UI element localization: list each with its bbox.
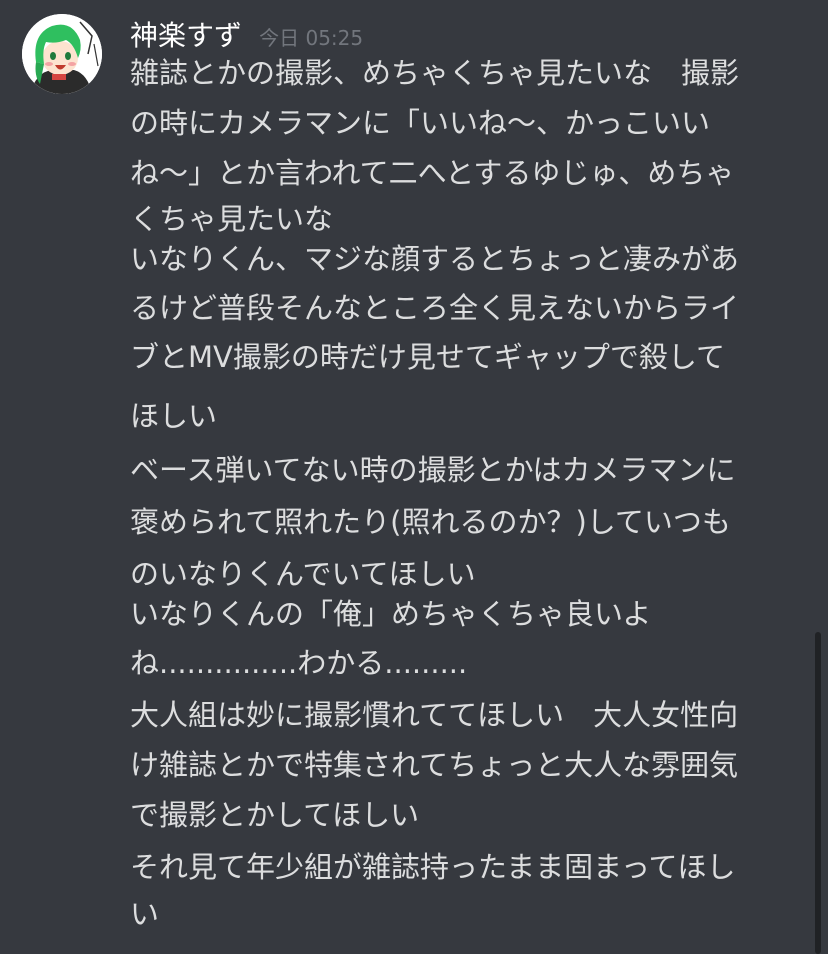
message-line: け雑誌とかで特集されてちょっと大人な雰囲気 bbox=[130, 748, 739, 782]
message-line: で撮影とかしてほしい bbox=[130, 798, 420, 832]
message-line: い bbox=[130, 897, 160, 931]
message-header: 神楽すず 今日 05:25 bbox=[130, 16, 363, 56]
chat-message: 神楽すず 今日 05:25 雑誌とかの撮影、めちゃくちゃ見たいな 撮影 の時にカ… bbox=[0, 0, 828, 954]
message-line: それ見て年少組が雑誌持ったまま固まってほし bbox=[130, 850, 736, 884]
user-avatar[interactable] bbox=[22, 14, 102, 94]
message-line: の時にカメラマンに「いいね〜、かっこいい bbox=[130, 106, 711, 140]
message-line: 雑誌とかの撮影、めちゃくちゃ見たいな 撮影 bbox=[130, 56, 740, 90]
message-timestamp: 今日 05:25 bbox=[259, 26, 364, 50]
message-line: ね〜」とか言われて二へとするゆじゅ、めちゃ bbox=[130, 156, 735, 190]
message-line: るけど普段そんなところ全く見えないからライ bbox=[130, 291, 740, 325]
message-line: いなりくんの「俺」めちゃくちゃ良いよ bbox=[130, 597, 652, 631]
avatar-character-icon bbox=[22, 14, 102, 94]
message-line: のいなりくんでいてほしい bbox=[130, 557, 476, 591]
author-name[interactable]: 神楽すず bbox=[130, 19, 242, 52]
message-line: くちゃ見たいな bbox=[130, 202, 334, 236]
message-line: ね...............わかる......... bbox=[130, 646, 468, 680]
scrollbar-thumb[interactable] bbox=[815, 632, 821, 954]
message-line: 褒められて照れたり(照れるのか？)していつも bbox=[130, 505, 731, 539]
message-line: ベース弾いてない時の撮影とかはカメラマンに bbox=[130, 453, 736, 487]
message-line: ほしい bbox=[130, 399, 218, 433]
message-line: 大人組は妙に撮影慣れててほしい 大人女性向 bbox=[130, 698, 739, 732]
message-line: ブとMV撮影の時だけ見せてギャップで殺して bbox=[130, 340, 725, 374]
message-line: いなりくん、マジな顔するとちょっと凄みがあ bbox=[130, 242, 740, 276]
